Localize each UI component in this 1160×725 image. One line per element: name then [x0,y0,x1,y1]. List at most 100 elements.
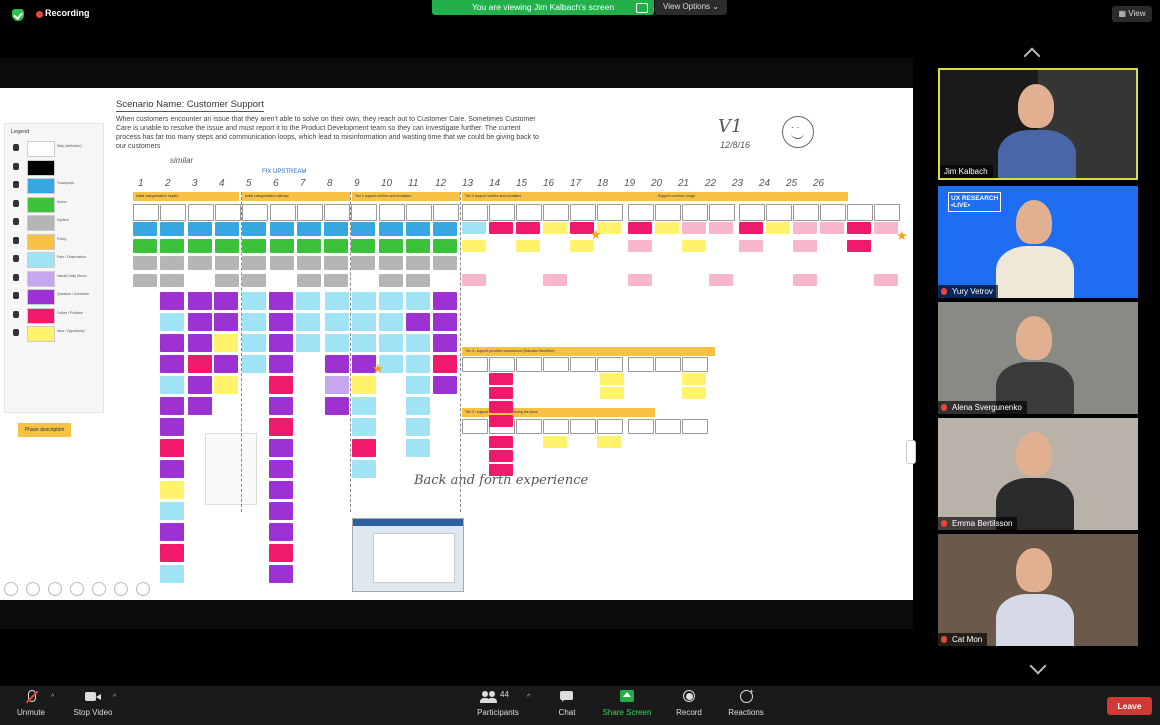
sticky-note[interactable] [214,256,239,270]
sticky-note[interactable] [378,274,403,287]
sticky-note[interactable] [324,256,349,270]
sticky-note[interactable] [160,523,184,541]
sticky-note[interactable] [133,274,157,287]
sticky-note[interactable] [655,204,681,221]
sticky-note[interactable] [543,436,567,448]
sticky-note[interactable] [462,419,488,434]
sticky-note[interactable] [351,256,376,270]
sticky-note[interactable] [214,239,239,253]
sticky-note[interactable] [242,239,267,253]
phase-description-sticky[interactable]: Phase description [18,423,71,437]
sticky-note[interactable] [269,397,293,415]
sticky-note[interactable] [570,204,596,221]
sticky-note[interactable] [269,523,293,541]
sticky-note[interactable] [160,565,184,583]
sticky-note[interactable] [433,292,457,310]
sticky-note[interactable] [325,334,349,352]
sticky-note[interactable] [628,222,652,234]
sticky-note[interactable] [242,313,266,331]
audio-options-caret-icon[interactable]: ^ [51,694,54,701]
participants-caret-icon[interactable]: ^ [527,694,530,701]
sticky-note[interactable] [489,373,513,385]
frame-icon[interactable] [92,582,106,596]
sticky-note[interactable] [682,204,708,221]
embedded-screenshot-small[interactable] [205,433,257,505]
participants-button[interactable]: 44 Participants [474,690,522,717]
sticky-note[interactable] [187,204,214,221]
sticky-note[interactable] [188,355,212,373]
sticky-note[interactable] [793,274,817,286]
sticky-note[interactable] [597,204,623,221]
sticky-note[interactable] [462,240,486,252]
sticky-note[interactable] [242,355,266,373]
sticky-note[interactable] [269,334,293,352]
sticky-note[interactable] [352,313,376,331]
lane-header[interactable]: Tier 3 / support provides workaround (St… [462,347,715,356]
sticky-note[interactable] [269,439,293,457]
sticky-note[interactable] [352,292,376,310]
sticky-note[interactable] [269,292,293,310]
sticky-note[interactable] [709,204,735,221]
sticky-note[interactable] [489,450,513,462]
sticky-note[interactable] [682,419,708,434]
sticky-note[interactable] [187,256,212,270]
panel-resize-handle[interactable] [906,440,916,464]
sticky-note[interactable] [628,240,652,252]
sticky-note[interactable] [160,334,184,352]
sticky-note[interactable] [489,357,515,372]
sticky-note[interactable] [187,222,212,236]
sticky-note[interactable] [543,222,567,234]
sticky-note[interactable] [628,274,652,286]
embedded-screenshot[interactable] [352,518,464,592]
sticky-note[interactable] [296,274,321,287]
sticky-note[interactable] [160,313,184,331]
lane-header[interactable]: Tier 2 support verifies and escalates [462,192,655,201]
video-options-caret-icon[interactable]: ^ [113,694,116,701]
sticky-note[interactable] [433,204,460,221]
sticky-note[interactable] [352,334,376,352]
sticky-note[interactable] [242,256,267,270]
sticky-note[interactable] [406,334,430,352]
sticky-note[interactable] [269,376,293,394]
sticky-note[interactable] [214,334,238,352]
sticky-note[interactable] [296,292,320,310]
stop-video-button[interactable]: Stop Video [70,690,116,717]
sticky-note[interactable] [269,313,293,331]
sticky-note[interactable] [406,313,430,331]
sticky-note[interactable] [296,204,323,221]
sticky-note[interactable] [847,204,873,221]
sticky-note[interactable] [242,274,267,287]
sticky-note[interactable] [682,357,708,372]
gallery-down-chevron-icon[interactable] [1029,657,1047,675]
sticky-note[interactable] [160,204,187,221]
sticky-note[interactable] [214,274,239,287]
whiteboard-canvas[interactable]: Scenario Name: Customer Support When cus… [0,88,913,600]
sticky-note[interactable] [160,481,184,499]
sticky-note[interactable] [489,436,513,448]
sticky-note[interactable] [489,415,513,427]
sticky-note[interactable] [516,204,542,221]
sticky-note[interactable] [160,544,184,562]
sticky-note[interactable] [269,204,296,221]
sticky-note[interactable] [874,204,900,221]
sticky-note[interactable] [214,376,238,394]
sticky-note[interactable] [433,376,457,394]
sticky-note[interactable] [269,460,293,478]
sticky-note[interactable] [628,357,654,372]
sticky-note[interactable] [739,240,763,252]
sticky-note[interactable] [682,222,706,234]
sticky-note[interactable] [543,274,567,286]
sticky-note[interactable] [793,240,817,252]
play-icon[interactable] [26,582,40,596]
sticky-note[interactable] [352,439,376,457]
sticky-note[interactable] [655,419,681,434]
sticky-note[interactable] [462,357,488,372]
sticky-note[interactable] [739,204,765,221]
sticky-note[interactable] [874,222,898,234]
sticky-note[interactable] [433,313,457,331]
sticky-note[interactable] [242,204,269,221]
sticky-note[interactable] [352,397,376,415]
sticky-note[interactable] [296,313,320,331]
sticky-note[interactable] [160,418,184,436]
sticky-note[interactable] [160,460,184,478]
